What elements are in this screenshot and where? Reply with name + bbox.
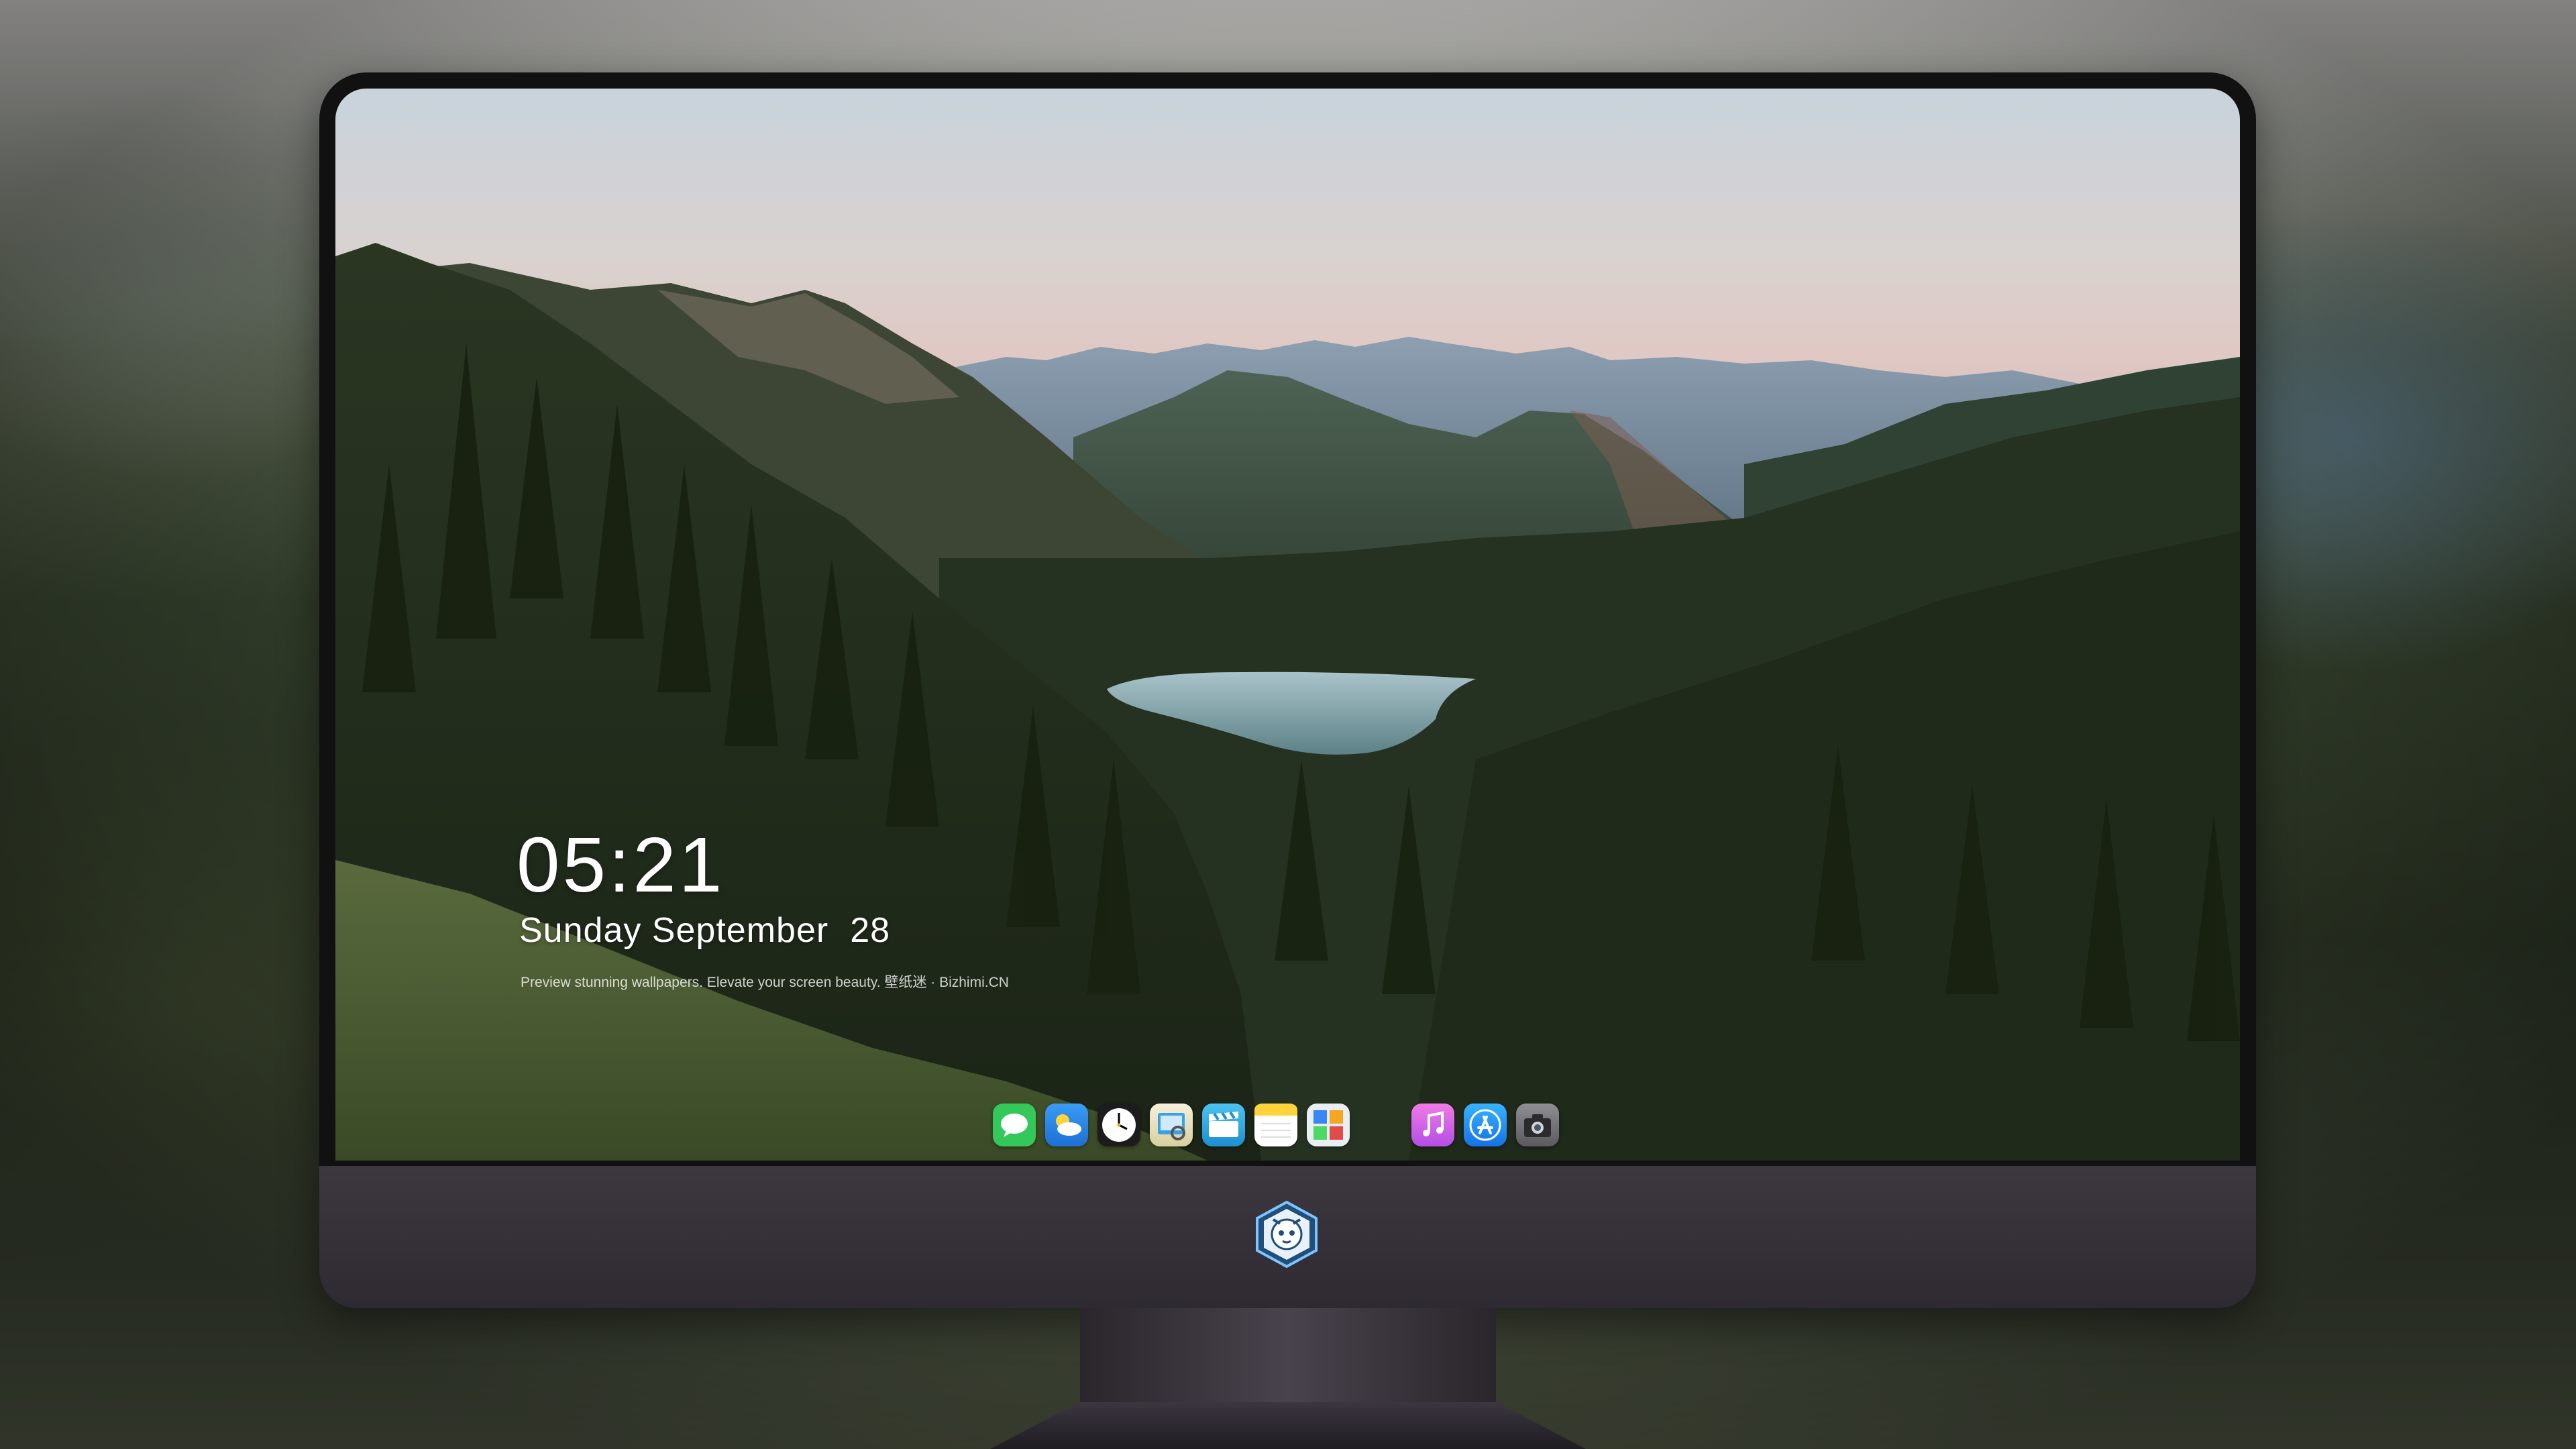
monitor-screen: 05:21 Sunday September 28 Preview stunnin… <box>335 89 2240 1161</box>
monitor-stand-neck <box>1080 1308 1496 1409</box>
messages-icon[interactable] <box>993 1104 1036 1146</box>
mascot-logo-icon <box>1256 1200 1318 1269</box>
monitor-stand-base <box>990 1402 1586 1449</box>
clips-icon[interactable] <box>1202 1104 1245 1146</box>
camera-icon[interactable] <box>1516 1104 1559 1146</box>
lockscreen-date: Sunday September 28 <box>519 910 890 951</box>
monitor-frame: 05:21 Sunday September 28 Preview stunnin… <box>319 72 2256 1308</box>
preview-icon[interactable] <box>1150 1104 1193 1146</box>
dock <box>976 1091 1600 1159</box>
lockscreen-weekday-month: Sunday September <box>519 911 829 950</box>
lockscreen-time: 05:21 <box>517 821 725 908</box>
app-store-icon[interactable] <box>1464 1104 1507 1146</box>
photo-booth-icon[interactable] <box>1307 1104 1350 1146</box>
itunes-icon[interactable] <box>1411 1104 1454 1146</box>
weather-icon[interactable] <box>1045 1104 1088 1146</box>
lockscreen-day: 28 <box>850 911 891 950</box>
wallpaper-landscape <box>335 243 2240 1161</box>
clock-icon[interactable] <box>1097 1104 1140 1146</box>
monitor-chin <box>319 1166 2256 1308</box>
notes-icon[interactable] <box>1254 1104 1297 1146</box>
wallpaper-tagline: Preview stunning wallpapers. Elevate you… <box>521 975 1009 990</box>
